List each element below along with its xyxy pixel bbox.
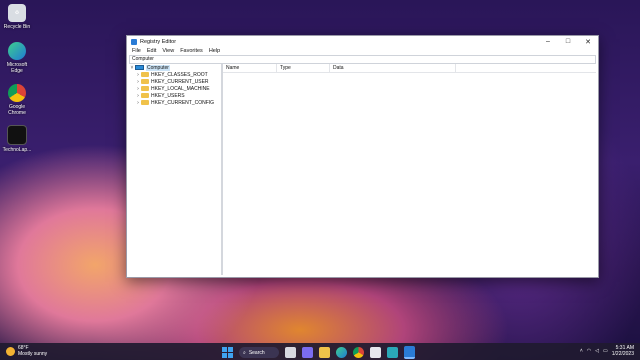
- desktop-icon-chrome[interactable]: Google Chrome: [2, 84, 32, 116]
- taskbar-search[interactable]: ⌕ Search: [239, 347, 279, 358]
- menu-help[interactable]: Help: [206, 48, 223, 54]
- app-icon[interactable]: [387, 347, 398, 358]
- tree-item-label: Computer: [146, 64, 170, 71]
- tree-item-hklm[interactable]: › HKEY_LOCAL_MACHINE: [129, 85, 221, 92]
- store-icon[interactable]: [370, 347, 381, 358]
- menu-view[interactable]: View: [159, 48, 177, 54]
- taskbar-apps: ⌕ Search: [222, 346, 415, 359]
- maximize-button[interactable]: □: [558, 36, 578, 47]
- recycle-bin-icon: ♻: [8, 4, 26, 22]
- folder-icon: [141, 79, 149, 84]
- window-title: Registry Editor: [140, 38, 177, 45]
- registry-editor-window: Registry Editor – □ ✕ File Edit View Fav…: [126, 35, 599, 278]
- search-icon: ⌕: [243, 349, 246, 356]
- folder-icon: [141, 100, 149, 105]
- minimize-button[interactable]: –: [538, 36, 558, 47]
- start-button[interactable]: [222, 347, 233, 358]
- battery-icon[interactable]: ▭: [603, 348, 608, 354]
- menu-file[interactable]: File: [129, 48, 144, 54]
- folder-icon: [141, 72, 149, 77]
- tree-item-hkcr[interactable]: › HKEY_CLASSES_ROOT: [129, 71, 221, 78]
- desktop-icon-recycle-bin[interactable]: ♻ Recycle Bin: [2, 4, 32, 30]
- taskbar: 68°F Mostly sunny ⌕ Search ˄ ◠ ◁ ▭ 5:31 …: [0, 343, 640, 360]
- menu-favorites[interactable]: Favorites: [177, 48, 206, 54]
- chat-icon[interactable]: [302, 347, 313, 358]
- registry-editor-taskbar-icon[interactable]: [404, 346, 415, 359]
- task-view-icon[interactable]: [285, 347, 296, 358]
- registry-tree: ˅ Computer › HKEY_CLASSES_ROOT › HKEY_CU…: [129, 64, 223, 275]
- desktop-icon-label: Microsoft Edge: [6, 62, 28, 74]
- clock[interactable]: 5:31 AM 1/22/2023: [612, 345, 634, 357]
- folder-icon: [141, 86, 149, 91]
- tree-item-label: HKEY_CURRENT_USER: [151, 78, 209, 85]
- menu-bar: File Edit View Favorites Help: [127, 47, 598, 55]
- title-bar[interactable]: Registry Editor – □ ✕: [127, 36, 598, 47]
- list-header: Name Type Data: [223, 64, 596, 73]
- tree-item-computer[interactable]: ˅ Computer: [129, 64, 221, 71]
- values-list[interactable]: Name Type Data: [223, 64, 596, 275]
- tree-item-hkcc[interactable]: › HKEY_CURRENT_CONFIG: [129, 99, 221, 106]
- tree-item-label: HKEY_LOCAL_MACHINE: [151, 85, 210, 92]
- desktop-icon-label: Google Chrome: [8, 104, 26, 116]
- weather-widget[interactable]: 68°F Mostly sunny: [6, 345, 47, 357]
- file-explorer-icon[interactable]: [319, 347, 330, 358]
- desktop-icon-label: Recycle Bin: [3, 24, 31, 30]
- clock-date: 1/22/2023: [611, 351, 634, 357]
- wifi-icon[interactable]: ◠: [587, 348, 591, 354]
- search-label: Search: [248, 349, 265, 356]
- column-header-type[interactable]: Type: [277, 64, 330, 72]
- column-header-data[interactable]: Data: [330, 64, 456, 72]
- address-bar[interactable]: Computer: [129, 55, 596, 64]
- chevron-up-icon[interactable]: ˄: [580, 348, 583, 354]
- chrome-icon: [8, 84, 26, 102]
- folder-icon: [141, 93, 149, 98]
- registry-editor-icon: [131, 38, 137, 45]
- tree-item-label: HKEY_USERS: [151, 92, 185, 99]
- tree-item-hku[interactable]: › HKEY_USERS: [129, 92, 221, 99]
- tree-item-hkcu[interactable]: › HKEY_CURRENT_USER: [129, 78, 221, 85]
- menu-edit[interactable]: Edit: [144, 48, 159, 54]
- desktop-icon-technolap[interactable]: TechnoLap...: [2, 125, 32, 153]
- column-header-name[interactable]: Name: [223, 64, 277, 72]
- close-button[interactable]: ✕: [578, 36, 598, 47]
- desktop-icon-label: TechnoLap...: [2, 147, 32, 153]
- edge-icon: [8, 42, 26, 60]
- weather-desc: Mostly sunny: [18, 351, 48, 357]
- computer-icon: [135, 65, 144, 70]
- sun-icon: [6, 346, 15, 356]
- system-tray: ˄ ◠ ◁ ▭ 5:31 AM 1/22/2023: [580, 345, 634, 357]
- desktop-icon-edge[interactable]: Microsoft Edge: [2, 42, 32, 74]
- technolap-icon: [7, 125, 27, 145]
- chrome-icon[interactable]: [353, 347, 364, 358]
- tree-item-label: HKEY_CLASSES_ROOT: [151, 71, 208, 78]
- tree-item-label: HKEY_CURRENT_CONFIG: [151, 99, 215, 106]
- volume-icon[interactable]: ◁: [595, 348, 599, 354]
- edge-icon[interactable]: [336, 347, 347, 358]
